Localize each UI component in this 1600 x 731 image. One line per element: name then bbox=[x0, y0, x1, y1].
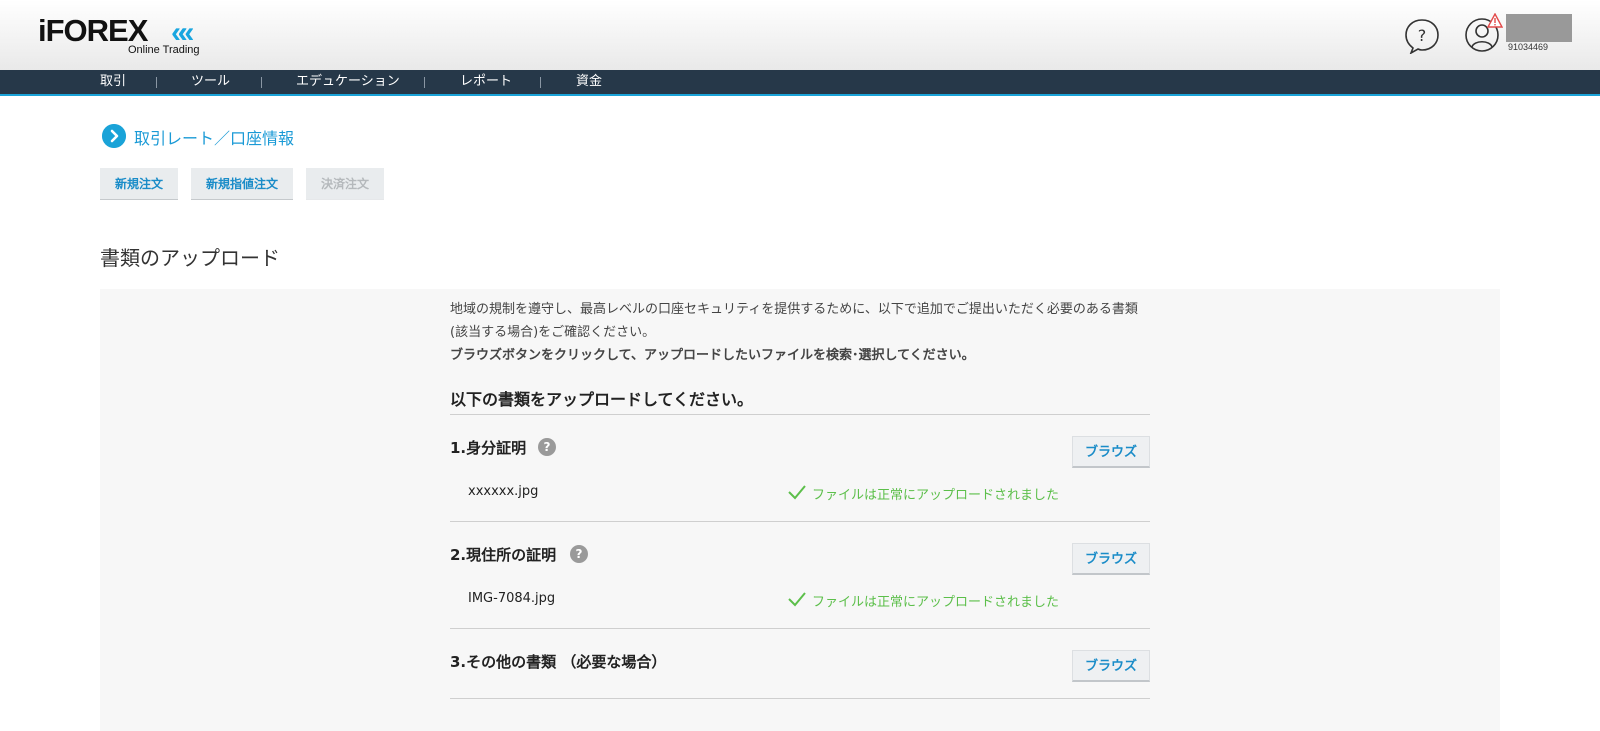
browse-button-other[interactable]: ブラウズ bbox=[1072, 650, 1150, 682]
nav-item-tools[interactable]: ツール bbox=[191, 70, 230, 94]
divider bbox=[450, 628, 1150, 629]
svg-text:?: ? bbox=[1418, 26, 1427, 45]
checkmark-icon bbox=[788, 485, 806, 500]
nav-item-trade[interactable]: 取引 bbox=[100, 70, 126, 94]
description-instruction: ブラウズボタンをクリックして、アップロードしたいファイルを検索･選択してください… bbox=[450, 348, 975, 363]
nav-separator bbox=[540, 77, 541, 88]
nav-item-funds[interactable]: 資金 bbox=[576, 70, 602, 94]
upload-heading: 以下の書類をアップロードしてください。 bbox=[450, 390, 754, 409]
file-name-address: IMG-7084.jpg bbox=[468, 591, 556, 606]
help-circle-icon[interactable]: ? bbox=[538, 438, 556, 456]
browse-button-address[interactable]: ブラウズ bbox=[1072, 543, 1150, 575]
breadcrumb-link[interactable]: 取引レート／口座情報 bbox=[134, 125, 294, 149]
doc-title-address: 2.現住所の証明 bbox=[450, 546, 557, 564]
nav-item-reports[interactable]: レポート bbox=[460, 70, 512, 94]
main-nav: 取引 ツール エデュケーション レポート 資金 bbox=[0, 70, 1600, 96]
help-icon[interactable]: ? bbox=[1404, 18, 1440, 54]
divider bbox=[450, 414, 1150, 415]
description-line-1: 地域の規制を遵守し、最高レベルの口座セキュリティを提供するために、以下で追加でご… bbox=[450, 302, 1138, 317]
browse-button-identity[interactable]: ブラウズ bbox=[1072, 436, 1150, 468]
iforex-logo[interactable]: iFOREX «« Online Trading bbox=[38, 14, 208, 60]
warning-icon bbox=[1487, 13, 1503, 28]
nav-separator bbox=[156, 77, 157, 88]
doc-title-other: 3.その他の書類 （必要な場合） bbox=[450, 653, 667, 671]
new-order-button[interactable]: 新規注文 bbox=[100, 168, 178, 200]
page-title: 書類のアップロード bbox=[100, 246, 280, 270]
nav-separator bbox=[424, 77, 425, 88]
help-circle-icon[interactable]: ? bbox=[570, 545, 588, 563]
chevron-right-icon[interactable] bbox=[102, 124, 126, 148]
header: iFOREX «« Online Trading ? 91034469 bbox=[0, 0, 1600, 70]
new-limit-order-button[interactable]: 新規指値注文 bbox=[191, 168, 293, 200]
description-line-2: (該当する場合)をご確認ください。 bbox=[450, 325, 656, 340]
close-order-button: 決済注文 bbox=[306, 168, 384, 200]
upload-status-address: ファイルは正常にアップロードされました bbox=[812, 595, 1060, 610]
nav-separator bbox=[261, 77, 262, 88]
upload-status-identity: ファイルは正常にアップロードされました bbox=[812, 488, 1060, 503]
doc-title-identity: 1.身分証明 bbox=[450, 439, 527, 457]
nav-item-education[interactable]: エデュケーション bbox=[296, 70, 400, 94]
user-id: 91034469 bbox=[1508, 42, 1549, 52]
divider bbox=[450, 698, 1150, 699]
file-name-identity: xxxxxx.jpg bbox=[468, 484, 539, 499]
divider bbox=[450, 521, 1150, 522]
logo-text: iFOREX bbox=[38, 13, 148, 48]
checkmark-icon bbox=[788, 592, 806, 607]
user-name-box[interactable] bbox=[1506, 14, 1572, 42]
logo-subtitle: Online Trading bbox=[128, 44, 200, 56]
